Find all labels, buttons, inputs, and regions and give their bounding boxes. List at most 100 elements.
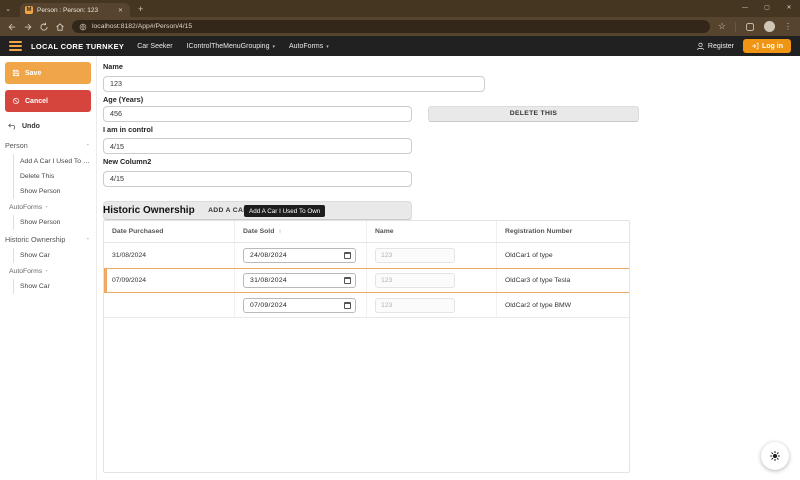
browser-tabstrip: ⌄ M Person : Person: 123 ✕ + — ▢ ✕ — [0, 0, 800, 17]
table-row-selected[interactable]: 07/09/2024 31/08/2024 OldCar3 of type Te… — [104, 268, 629, 293]
profile-avatar[interactable] — [764, 21, 775, 32]
toolbar-divider — [735, 22, 736, 32]
date-sold-input[interactable]: 24/08/2024 — [243, 248, 356, 263]
cell-date-sold: 07/09/2024 — [235, 293, 367, 317]
sidebar-group-autoforms-1-items: Show Person — [13, 215, 96, 230]
cell-registration: OldCar3 of type Tesla — [497, 269, 629, 292]
cell-name — [367, 293, 497, 317]
undo-icon — [8, 122, 17, 130]
cancel-button[interactable]: Cancel — [5, 90, 91, 112]
sidebar-item-add-a-car[interactable]: Add A Car I Used To Own... — [14, 154, 96, 169]
browser-toolbar: localhost:8182/App#/Person/4/15 ☆ ⋮ — [0, 17, 800, 36]
name-input-disabled — [375, 273, 455, 288]
collapse-icon: - — [87, 236, 89, 243]
sidebar-item-show-car[interactable]: Show Car — [14, 248, 96, 263]
toolbar-actions: ☆ ⋮ — [718, 21, 792, 32]
cell-date-purchased: 07/09/2024 — [104, 269, 235, 292]
cell-name — [367, 269, 497, 292]
undo-button[interactable]: Undo — [8, 122, 91, 130]
cell-date-sold: 31/08/2024 — [235, 269, 367, 292]
minimize-button[interactable]: — — [734, 0, 756, 17]
sidebar-group-person[interactable]: Person - — [0, 136, 96, 153]
tab-title: Person : Person: 123 — [37, 7, 112, 14]
new-tab-button[interactable]: + — [138, 4, 143, 14]
header-name[interactable]: Name — [367, 221, 497, 242]
login-arrow-icon — [751, 42, 759, 50]
login-button[interactable]: Log in — [743, 39, 791, 53]
chevron-down-icon: ▾ — [272, 44, 275, 50]
sidebar-item-show-person[interactable]: Show Person — [14, 184, 96, 199]
save-icon — [12, 69, 20, 77]
age-label: Age (Years) — [103, 95, 793, 104]
name-input-disabled — [375, 298, 455, 313]
forward-icon[interactable] — [20, 19, 36, 35]
close-button[interactable]: ✕ — [778, 0, 800, 17]
sort-asc-icon: ↑ — [278, 228, 281, 235]
sidebar-group-historic-items: Show Car — [13, 248, 96, 263]
calendar-icon[interactable] — [344, 277, 351, 284]
window-controls: — ▢ ✕ — [734, 0, 800, 17]
new-column2-label: New Column2 — [103, 157, 793, 166]
save-button[interactable]: Save — [5, 62, 91, 84]
side-panel-icon[interactable] — [745, 22, 755, 32]
age-field[interactable] — [103, 106, 412, 122]
header-date-sold[interactable]: Date Sold ↑ — [235, 221, 367, 242]
delete-this-button[interactable]: DELETE THIS — [428, 106, 639, 122]
gear-icon — [769, 450, 781, 462]
sidebar-item-delete-this[interactable]: Delete This — [14, 169, 96, 184]
name-label: Name — [103, 62, 793, 71]
table-row[interactable]: 31/08/2024 24/08/2024 OldCar1 of type — [104, 243, 629, 268]
name-input-disabled — [375, 248, 455, 263]
cell-date-purchased: 31/08/2024 — [104, 243, 235, 268]
sidebar: Save Cancel Undo Person - Add A Car I Us… — [0, 56, 97, 480]
hamburger-menu-icon[interactable] — [9, 41, 22, 51]
collapse-icon: - — [45, 268, 47, 275]
browser-menu-icon[interactable]: ⋮ — [784, 22, 792, 31]
browser-tab[interactable]: M Person : Person: 123 ✕ — [20, 3, 130, 17]
calendar-icon[interactable] — [344, 252, 351, 259]
historic-ownership-table: Date Purchased Date Sold ↑ Name Registra… — [103, 220, 630, 473]
date-sold-input[interactable]: 07/09/2024 — [243, 298, 356, 313]
person-icon — [696, 42, 705, 51]
tab-close-icon[interactable]: ✕ — [116, 7, 125, 14]
cell-date-purchased — [104, 293, 235, 317]
back-icon[interactable] — [4, 19, 20, 35]
header-registration-number[interactable]: Registration Number — [497, 221, 629, 242]
settings-fab[interactable] — [761, 442, 789, 470]
app-header: LOCAL CORE TURNKEY Car Seeker IControlTh… — [0, 36, 800, 56]
menu-item-icontrolthemenugrouping[interactable]: IControlTheMenuGrouping▾ — [187, 43, 275, 50]
date-sold-input[interactable]: 31/08/2024 — [243, 273, 356, 288]
name-field[interactable] — [103, 76, 485, 92]
chevron-down-icon: ▾ — [326, 44, 329, 50]
site-info-icon[interactable] — [79, 23, 87, 31]
sidebar-item-show-car-2[interactable]: Show Car — [14, 279, 96, 294]
sidebar-item-show-person-2[interactable]: Show Person — [14, 215, 96, 230]
reload-icon[interactable] — [36, 19, 52, 35]
menu-item-car-seeker[interactable]: Car Seeker — [137, 43, 172, 50]
sidebar-group-person-items: Add A Car I Used To Own... Delete This S… — [13, 154, 96, 199]
register-link[interactable]: Register — [696, 42, 734, 51]
main-content: Name Age (Years) DELETE THIS I am in con… — [97, 56, 800, 480]
sidebar-group-autoforms-1[interactable]: AutoForms - — [0, 199, 96, 214]
ban-icon — [12, 97, 20, 105]
url-text: localhost:8182/App#/Person/4/15 — [92, 23, 192, 30]
address-bar[interactable]: localhost:8182/App#/Person/4/15 — [72, 20, 710, 33]
cell-date-sold: 24/08/2024 — [235, 243, 367, 268]
menu-item-autoforms[interactable]: AutoForms▾ — [289, 43, 329, 50]
maximize-button[interactable]: ▢ — [756, 0, 778, 17]
collapse-icon: - — [87, 142, 89, 149]
home-icon[interactable] — [52, 19, 68, 35]
sidebar-group-historic-ownership[interactable]: Historic Ownership - — [0, 230, 96, 247]
new-column2-field[interactable] — [103, 171, 412, 187]
header-date-purchased[interactable]: Date Purchased — [104, 221, 235, 242]
page-body: Save Cancel Undo Person - Add A Car I Us… — [0, 56, 800, 480]
i-am-in-control-field[interactable] — [103, 138, 412, 154]
bookmark-star-icon[interactable]: ☆ — [718, 21, 726, 32]
add-car-tooltip: Add A Car I Used To Own — [244, 205, 325, 217]
table-row[interactable]: 07/09/2024 OldCar2 of type BMW — [104, 293, 629, 318]
cell-name — [367, 243, 497, 268]
sidebar-group-autoforms-2[interactable]: AutoForms - — [0, 263, 96, 278]
calendar-icon[interactable] — [344, 302, 351, 309]
app-brand: LOCAL CORE TURNKEY — [31, 42, 124, 51]
tab-search-icon[interactable]: ⌄ — [0, 5, 16, 13]
